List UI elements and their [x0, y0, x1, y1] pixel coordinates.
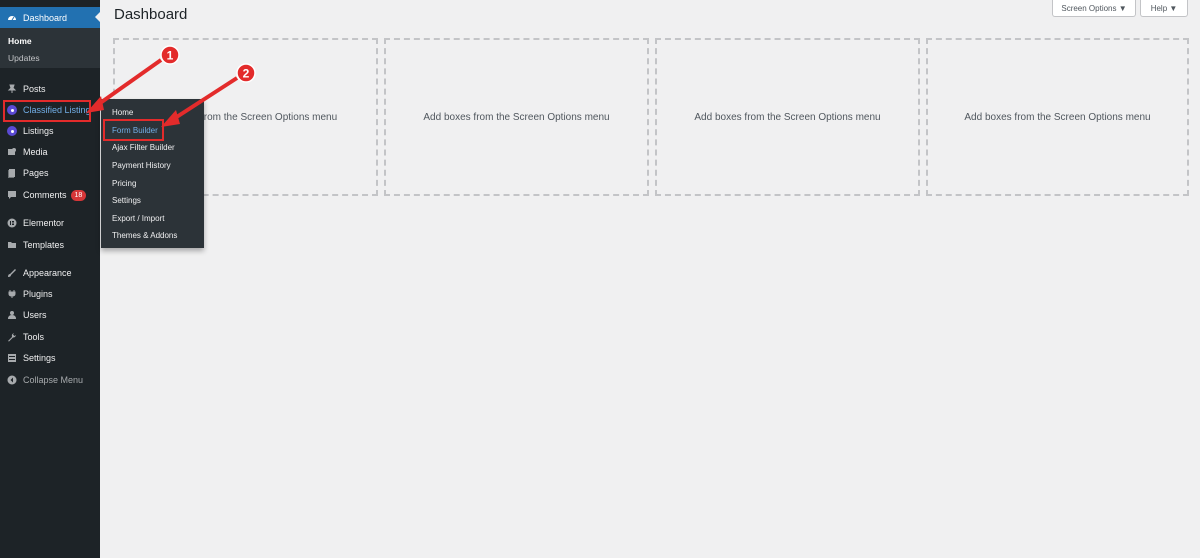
plug-icon — [7, 289, 17, 299]
collapse-icon — [7, 375, 17, 385]
sidebar-item-label: Elementor — [23, 218, 65, 228]
sidebar-item-label: Posts — [23, 84, 46, 94]
sidebar-item-settings[interactable]: Settings — [0, 348, 100, 368]
sidebar-item-users[interactable]: Users — [0, 305, 100, 325]
sidebar-item-label: Listings — [23, 126, 54, 136]
folder-icon — [7, 240, 17, 250]
dashboard-widget-area-3: Add boxes from the Screen Options menu — [655, 38, 920, 196]
location-icon — [7, 126, 17, 136]
annotation-highlight-form-builder — [103, 119, 164, 141]
admin-sidebar: Dashboard Home Updates Posts Classified … — [0, 0, 100, 558]
flyout-item-home[interactable]: Home — [112, 108, 133, 117]
sidebar-item-appearance[interactable]: Appearance — [0, 263, 100, 283]
user-icon — [7, 310, 17, 320]
sidebar-item-label: Pages — [23, 168, 49, 178]
sidebar-item-label: Tools — [23, 332, 45, 342]
widget-area-placeholder: from the Screen Options menu — [201, 112, 338, 123]
widget-area-placeholder: Add boxes from the Screen Options menu — [964, 111, 1151, 123]
sidebar-item-label: Plugins — [23, 289, 53, 299]
widget-area-placeholder: Add boxes from the Screen Options menu — [423, 111, 610, 123]
sidebar-item-label: Settings — [23, 353, 56, 363]
sidebar-item-plugins[interactable]: Plugins — [0, 284, 100, 304]
sidebar-item-label: Collapse Menu — [23, 375, 84, 385]
wrench-icon — [7, 332, 17, 342]
sidebar-item-label: Comments — [23, 190, 67, 200]
submenu-item-home[interactable]: Home — [8, 36, 32, 46]
brush-icon — [7, 268, 17, 278]
widget-area-placeholder: Add boxes from the Screen Options menu — [694, 111, 881, 123]
settings-icon — [7, 353, 17, 363]
dashboard-submenu: Home Updates — [0, 28, 100, 68]
sidebar-item-label: Appearance — [23, 268, 72, 278]
help-button[interactable]: Help ▼ — [1140, 0, 1188, 17]
submenu-item-updates[interactable]: Updates — [8, 53, 40, 63]
sidebar-item-label: Media — [23, 147, 48, 157]
sidebar-item-tools[interactable]: Tools — [0, 327, 100, 347]
flyout-item-settings[interactable]: Settings — [112, 196, 141, 205]
sidebar-item-label: Users — [23, 310, 47, 320]
comments-count-badge: 18 — [70, 189, 87, 201]
elementor-icon — [7, 218, 17, 228]
comment-icon — [7, 190, 17, 200]
sidebar-item-media[interactable]: Media — [0, 142, 100, 162]
flyout-item-themes-addons[interactable]: Themes & Addons — [112, 231, 177, 240]
screen-options-button[interactable]: Screen Options ▼ — [1052, 0, 1136, 17]
sidebar-item-templates[interactable]: Templates — [0, 235, 100, 255]
page-icon — [7, 168, 17, 178]
sidebar-item-listings[interactable]: Listings — [0, 121, 100, 141]
dashboard-widget-area-4: Add boxes from the Screen Options menu — [926, 38, 1189, 196]
flyout-item-payment-history[interactable]: Payment History — [112, 161, 171, 170]
flyout-item-export-import[interactable]: Export / Import — [112, 214, 164, 223]
annotation-highlight-classified-listing — [3, 100, 91, 122]
flyout-item-pricing[interactable]: Pricing — [112, 179, 136, 188]
collapse-menu-button[interactable]: Collapse Menu — [0, 370, 100, 390]
pin-icon — [7, 84, 17, 94]
sidebar-item-label: Dashboard — [23, 12, 68, 23]
dashboard-widget-area-2: Add boxes from the Screen Options menu — [384, 38, 649, 196]
page-title: Dashboard — [114, 6, 188, 23]
sidebar-item-pages[interactable]: Pages — [0, 163, 100, 183]
flyout-item-ajax-filter-builder[interactable]: Ajax Filter Builder — [112, 143, 175, 152]
sidebar-item-label: Templates — [23, 240, 65, 250]
sidebar-item-comments[interactable]: Comments 18 — [0, 185, 100, 205]
sidebar-item-dashboard[interactable]: Dashboard — [0, 7, 100, 28]
dashboard-icon — [7, 13, 17, 23]
media-icon — [7, 147, 17, 157]
sidebar-item-elementor[interactable]: Elementor — [0, 213, 100, 233]
sidebar-item-posts[interactable]: Posts — [0, 79, 100, 99]
